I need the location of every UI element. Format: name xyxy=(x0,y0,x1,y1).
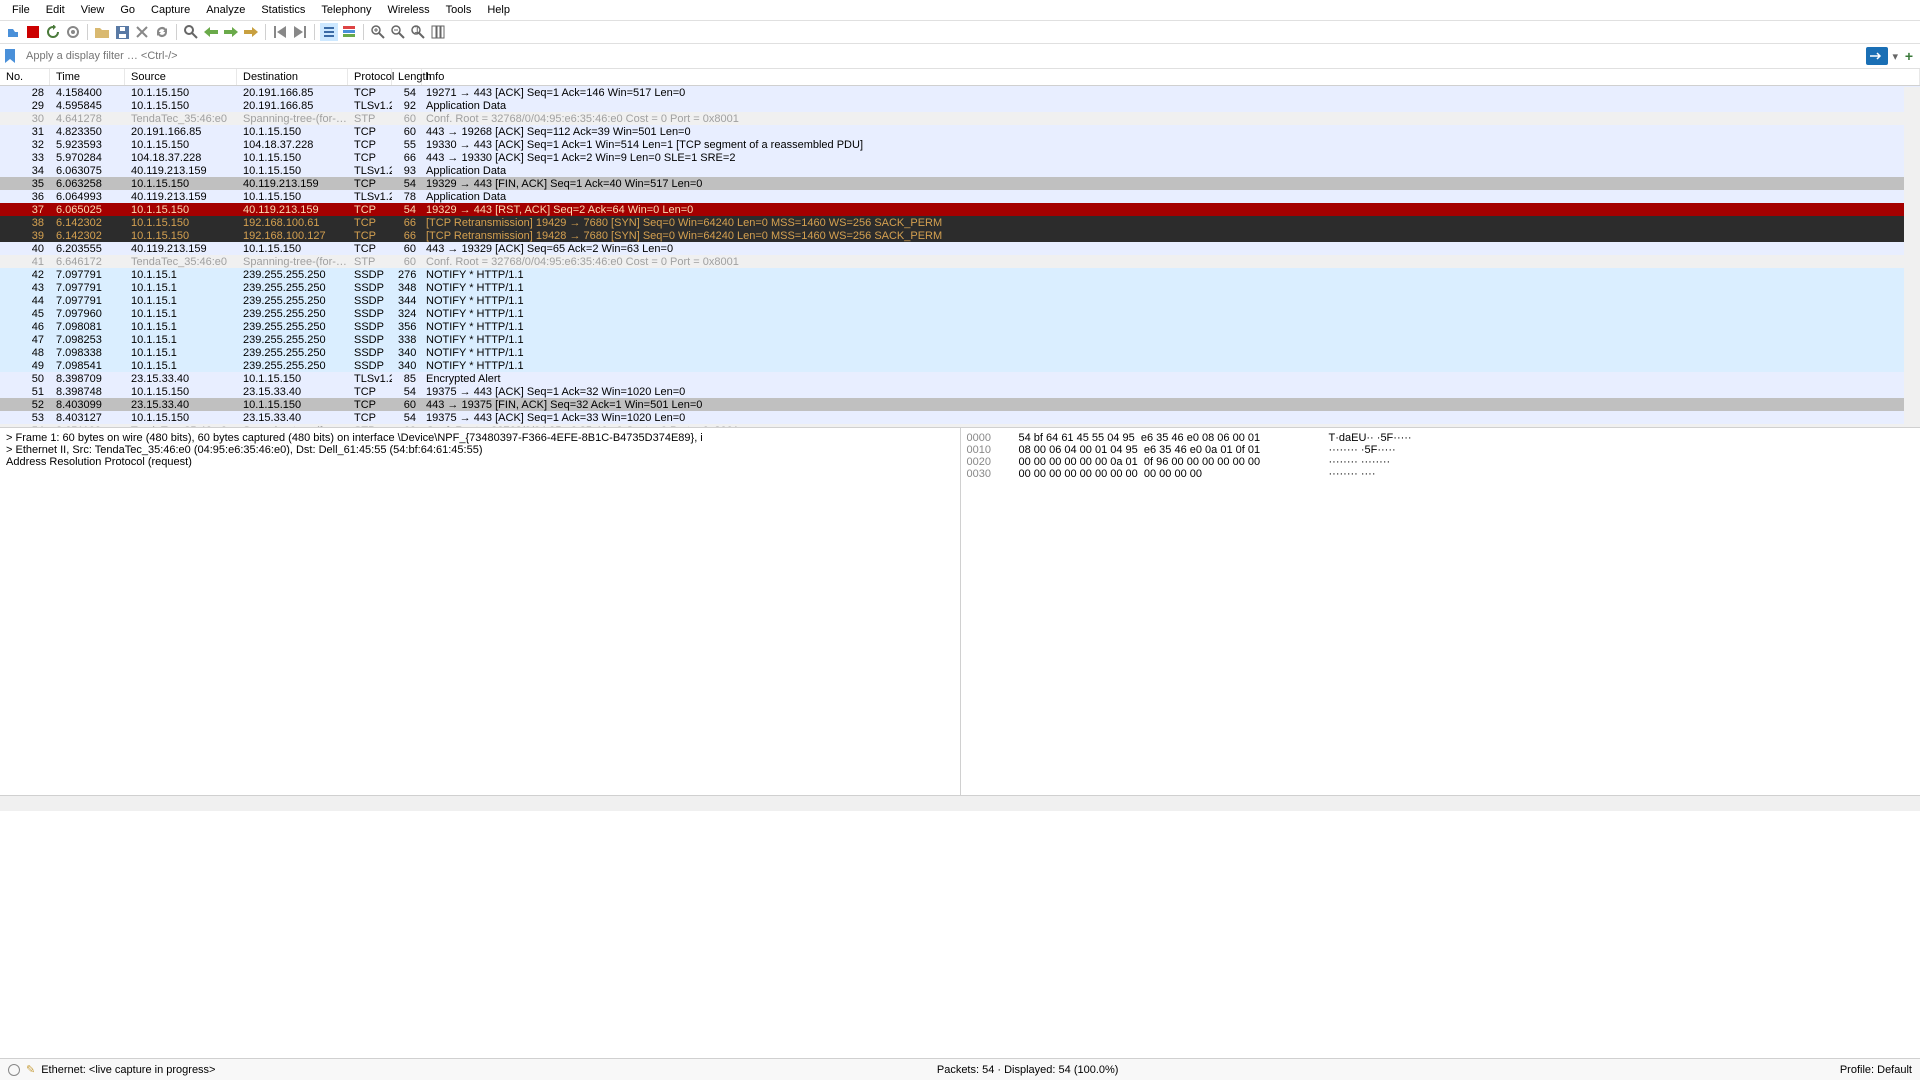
table-row[interactable]: 538.40312710.1.15.15023.15.33.40TCP54193… xyxy=(0,411,1920,424)
stop-capture-icon[interactable] xyxy=(24,23,42,41)
table-row[interactable]: 406.20355540.119.213.15910.1.15.150TCP60… xyxy=(0,242,1920,255)
close-file-icon[interactable] xyxy=(133,23,151,41)
table-row[interactable]: 548.651109TendaTec_35:46:e0Spanning-tree… xyxy=(0,424,1920,427)
go-last-icon[interactable] xyxy=(291,23,309,41)
find-packet-icon[interactable] xyxy=(182,23,200,41)
save-file-icon[interactable] xyxy=(113,23,131,41)
detail-line[interactable]: Address Resolution Protocol (request) xyxy=(6,456,954,468)
packet-bytes-pane[interactable]: 000054 bf 64 61 45 55 04 95 e6 35 46 e0 … xyxy=(961,428,1920,795)
filter-apply-dropdown[interactable] xyxy=(1866,47,1888,65)
col-source[interactable]: Source xyxy=(125,69,237,85)
open-file-icon[interactable] xyxy=(93,23,111,41)
table-row[interactable]: 366.06499340.119.213.15910.1.15.150TLSv1… xyxy=(0,190,1920,203)
toolbar-separator xyxy=(363,24,364,40)
detail-line[interactable]: > Frame 1: 60 bytes on wire (480 bits), … xyxy=(6,432,954,444)
packet-list-body[interactable]: 284.15840010.1.15.15020.191.166.85TCP541… xyxy=(0,86,1920,427)
table-row[interactable]: 487.09833810.1.15.1239.255.255.250SSDP34… xyxy=(0,346,1920,359)
packet-list-scrollbar[interactable] xyxy=(1904,87,1920,427)
capture-options-icon[interactable] xyxy=(64,23,82,41)
menu-file[interactable]: File xyxy=(4,2,38,18)
colorize-icon[interactable] xyxy=(340,23,358,41)
go-to-packet-icon[interactable] xyxy=(242,23,260,41)
start-capture-icon[interactable] xyxy=(4,23,22,41)
table-row[interactable]: 457.09796010.1.15.1239.255.255.250SSDP32… xyxy=(0,307,1920,320)
zoom-reset-icon[interactable]: 1 xyxy=(409,23,427,41)
table-row[interactable]: 386.14230210.1.15.150192.168.100.61TCP66… xyxy=(0,216,1920,229)
horizontal-scrollbar[interactable] xyxy=(0,795,1920,811)
toolbar-separator xyxy=(265,24,266,40)
menu-edit[interactable]: Edit xyxy=(38,2,73,18)
table-row[interactable]: 477.09825310.1.15.1239.255.255.250SSDP33… xyxy=(0,333,1920,346)
col-length[interactable]: Length xyxy=(392,69,422,85)
resize-columns-icon[interactable] xyxy=(429,23,447,41)
table-row[interactable]: 427.09779110.1.15.1239.255.255.250SSDP27… xyxy=(0,268,1920,281)
main-toolbar: 1 xyxy=(0,21,1920,44)
table-row[interactable]: 335.970284104.18.37.22810.1.15.150TCP664… xyxy=(0,151,1920,164)
table-row[interactable]: 437.09779110.1.15.1239.255.255.250SSDP34… xyxy=(0,281,1920,294)
menu-tools[interactable]: Tools xyxy=(438,2,480,18)
expert-info-icon[interactable] xyxy=(8,1064,20,1076)
table-row[interactable]: 467.09808110.1.15.1239.255.255.250SSDP35… xyxy=(0,320,1920,333)
table-row[interactable]: 294.59584510.1.15.15020.191.166.85TLSv1.… xyxy=(0,99,1920,112)
menu-bar: FileEditViewGoCaptureAnalyzeStatisticsTe… xyxy=(0,0,1920,21)
table-row[interactable]: 284.15840010.1.15.15020.191.166.85TCP541… xyxy=(0,86,1920,99)
packet-list-header[interactable]: No. Time Source Destination Protocol Len… xyxy=(0,69,1920,86)
detail-line[interactable]: > Ethernet II, Src: TendaTec_35:46:e0 (0… xyxy=(6,444,954,456)
menu-capture[interactable]: Capture xyxy=(143,2,198,18)
table-row[interactable]: 325.92359310.1.15.150104.18.37.228TCP551… xyxy=(0,138,1920,151)
menu-go[interactable]: Go xyxy=(112,2,143,18)
go-forward-icon[interactable] xyxy=(222,23,240,41)
packet-details-pane[interactable]: > Frame 1: 60 bytes on wire (480 bits), … xyxy=(0,428,961,795)
status-bar: ✎ Ethernet: <live capture in progress> P… xyxy=(0,1058,1920,1080)
filter-bookmark-icon[interactable] xyxy=(4,49,18,63)
capture-comment-icon[interactable]: ✎ xyxy=(26,1063,35,1076)
menu-view[interactable]: View xyxy=(73,2,113,18)
restart-capture-icon[interactable] xyxy=(44,23,62,41)
toolbar-separator xyxy=(87,24,88,40)
table-row[interactable]: 416.646172TendaTec_35:46:e0Spanning-tree… xyxy=(0,255,1920,268)
col-time[interactable]: Time xyxy=(50,69,125,85)
add-filter-button-icon[interactable]: + xyxy=(1902,49,1916,63)
hex-line[interactable]: 002000 00 00 00 00 00 0a 01 0f 96 00 00 … xyxy=(967,456,1915,468)
hex-line[interactable]: 003000 00 00 00 00 00 00 00 00 00 00 00·… xyxy=(967,468,1915,480)
table-row[interactable]: 528.40309923.15.33.4010.1.15.150TCP60443… xyxy=(0,398,1920,411)
menu-analyze[interactable]: Analyze xyxy=(198,2,253,18)
hex-line[interactable]: 000054 bf 64 61 45 55 04 95 e6 35 46 e0 … xyxy=(967,432,1915,444)
table-row[interactable]: 304.641278TendaTec_35:46:e0Spanning-tree… xyxy=(0,112,1920,125)
status-packet-count: Packets: 54 · Displayed: 54 (100.0%) xyxy=(937,1064,1119,1076)
packet-list-pane: No. Time Source Destination Protocol Len… xyxy=(0,69,1920,427)
col-protocol[interactable]: Protocol xyxy=(348,69,392,85)
table-row[interactable]: 346.06307540.119.213.15910.1.15.150TLSv1… xyxy=(0,164,1920,177)
zoom-in-icon[interactable] xyxy=(369,23,387,41)
menu-help[interactable]: Help xyxy=(479,2,518,18)
display-filter-bar: ▾ + xyxy=(0,44,1920,69)
col-info[interactable]: Info xyxy=(422,69,1920,85)
hex-line[interactable]: 001008 00 06 04 00 01 04 95 e6 35 46 e0 … xyxy=(967,444,1915,456)
table-row[interactable]: 376.06502510.1.15.15040.119.213.159TCP54… xyxy=(0,203,1920,216)
table-row[interactable]: 396.14230210.1.15.150192.168.100.127TCP6… xyxy=(0,229,1920,242)
display-filter-input[interactable] xyxy=(22,48,1862,64)
menu-statistics[interactable]: Statistics xyxy=(253,2,313,18)
table-row[interactable]: 508.39870923.15.33.4010.1.15.150TLSv1.28… xyxy=(0,372,1920,385)
go-back-icon[interactable] xyxy=(202,23,220,41)
menu-wireless[interactable]: Wireless xyxy=(380,2,438,18)
col-no[interactable]: No. xyxy=(0,69,50,85)
zoom-out-icon[interactable] xyxy=(389,23,407,41)
status-profile[interactable]: Profile: Default xyxy=(1840,1064,1912,1076)
reload-icon[interactable] xyxy=(153,23,171,41)
table-row[interactable]: 314.82335020.191.166.8510.1.15.150TCP604… xyxy=(0,125,1920,138)
auto-scroll-icon[interactable] xyxy=(320,23,338,41)
go-first-icon[interactable] xyxy=(271,23,289,41)
toolbar-separator xyxy=(176,24,177,40)
status-interface: Ethernet: <live capture in progress> xyxy=(41,1064,215,1076)
table-row[interactable]: 497.09854110.1.15.1239.255.255.250SSDP34… xyxy=(0,359,1920,372)
table-row[interactable]: 447.09779110.1.15.1239.255.255.250SSDP34… xyxy=(0,294,1920,307)
filter-dropdown-arrow[interactable]: ▾ xyxy=(1892,50,1898,63)
table-row[interactable]: 518.39874810.1.15.15023.15.33.40TCP54193… xyxy=(0,385,1920,398)
table-row[interactable]: 356.06325810.1.15.15040.119.213.159TCP54… xyxy=(0,177,1920,190)
toolbar-separator xyxy=(314,24,315,40)
menu-telephony[interactable]: Telephony xyxy=(313,2,379,18)
col-destination[interactable]: Destination xyxy=(237,69,348,85)
